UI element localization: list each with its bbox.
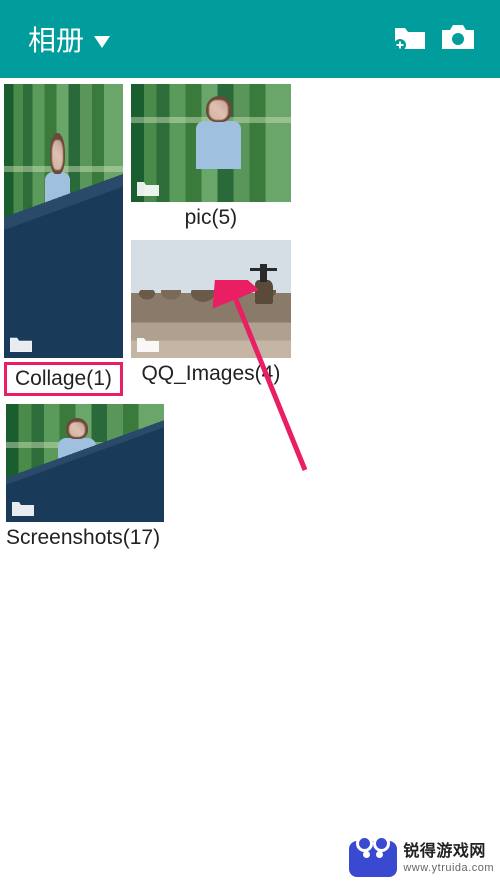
watermark-line1: 锐得游戏网 xyxy=(403,843,494,861)
watermark-line2: www.ytruida.com xyxy=(403,862,494,875)
album-dropdown[interactable]: 相册 xyxy=(28,19,110,59)
album-screenshots[interactable]: Screenshots(17) xyxy=(4,404,164,556)
watermark: 锐得游戏网 www.ytruida.com xyxy=(349,841,494,877)
header-title-text: 相册 xyxy=(28,19,84,59)
dropdown-triangle-icon xyxy=(94,23,110,55)
album-qq-images[interactable]: QQ_Images(4) xyxy=(131,240,291,392)
new-folder-button[interactable] xyxy=(386,15,434,63)
folder-icon xyxy=(12,500,34,516)
folder-icon xyxy=(10,336,32,352)
camera-button[interactable] xyxy=(434,15,482,63)
camera-icon xyxy=(442,24,474,55)
folder-icon xyxy=(137,336,159,352)
album-collage[interactable]: Collage(1) xyxy=(4,84,123,402)
app-header: 相册 xyxy=(0,0,500,78)
album-screenshots-label-text: Screenshots(17) xyxy=(4,522,164,556)
album-pic[interactable]: pic(5) xyxy=(131,84,291,236)
album-qq-images-label-text: QQ_Images(4) xyxy=(131,358,291,392)
watermark-logo-icon xyxy=(349,841,397,877)
album-collage-label-text: Collage(1) xyxy=(4,362,123,396)
album-pic-label-text: pic(5) xyxy=(131,202,291,236)
new-folder-icon xyxy=(395,24,425,55)
albums-grid: Collage(1) xyxy=(0,78,500,556)
album-label-collage: Collage(1) xyxy=(4,358,123,402)
folder-icon xyxy=(137,180,159,196)
